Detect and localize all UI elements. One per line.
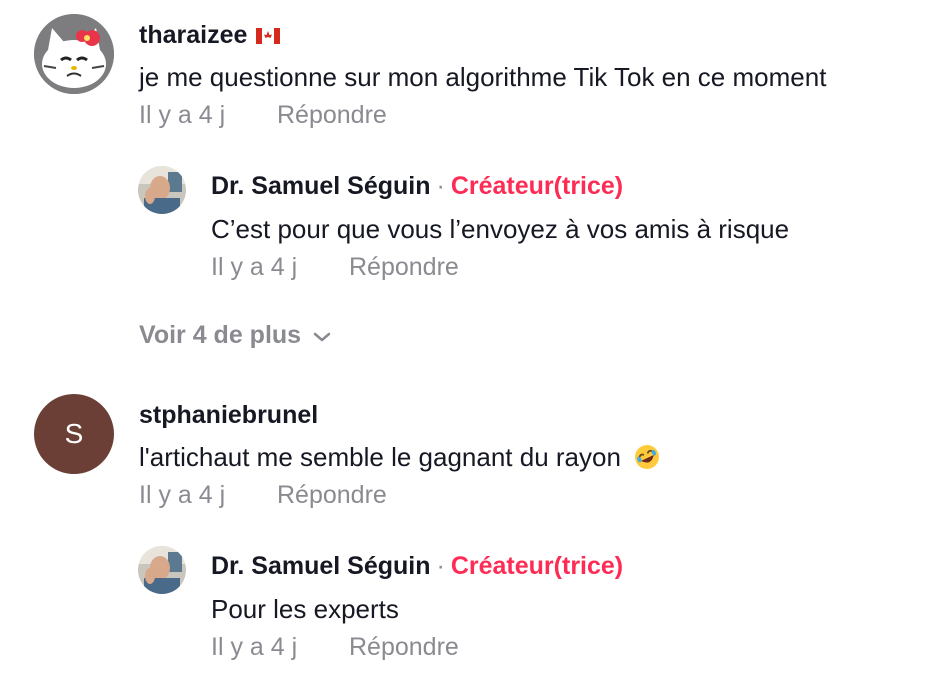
comment-text-body: l'artichaut me semble le gagnant du rayo… — [139, 442, 621, 472]
reply-text: Pour les experts — [211, 594, 399, 624]
reply-username[interactable]: Dr. Samuel Séguin — [211, 552, 431, 580]
creator-avatar[interactable] — [138, 166, 186, 214]
creator-photo-icon — [138, 166, 186, 214]
comment-text: je me questionne sur mon algorithme Tik … — [139, 62, 827, 92]
rolling-laughing-emoji-icon — [634, 444, 660, 474]
comment-username[interactable]: tharaizee — [139, 21, 281, 49]
avatar[interactable] — [34, 14, 114, 94]
creator-badge: Créateur(trice) — [450, 172, 624, 200]
hello-kitty-avatar-icon — [34, 14, 114, 94]
avatar-letter: S — [64, 418, 84, 449]
comment-text: l'artichaut me semble le gagnant du rayo… — [139, 444, 660, 474]
reply-header: Dr. Samuel Séguin · Créateur(trice) — [211, 554, 623, 579]
comment-username[interactable]: stphaniebrunel — [139, 403, 318, 428]
comment-timestamp: Il y a 4 j — [139, 101, 226, 129]
view-more-label: Voir 4 de plus — [139, 321, 302, 349]
reply-button[interactable]: Répondre — [277, 483, 387, 508]
reply-text: C’est pour que vous l’envoyez à vos amis… — [211, 214, 790, 244]
reply-username[interactable]: Dr. Samuel Séguin — [211, 172, 431, 200]
username-text[interactable]: tharaizee — [139, 21, 247, 49]
reply-button[interactable]: Répondre — [277, 103, 387, 128]
chevron-down-icon — [313, 323, 331, 348]
creator-badge: Créateur(trice) — [450, 552, 624, 580]
avatar[interactable]: S — [34, 394, 114, 474]
reply-button[interactable]: Répondre — [349, 255, 459, 280]
creator-avatar[interactable] — [138, 546, 186, 594]
reply-timestamp: Il y a 4 j — [211, 253, 298, 281]
view-more-replies-button[interactable]: Voir 4 de plus — [139, 323, 331, 348]
separator-dot: · — [436, 172, 445, 200]
reply-header: Dr. Samuel Séguin · Créateur(trice) — [211, 174, 623, 199]
creator-photo-icon — [138, 546, 186, 594]
separator-dot: · — [436, 552, 445, 580]
reply-timestamp: Il y a 4 j — [211, 633, 298, 661]
comment-timestamp: Il y a 4 j — [139, 481, 226, 509]
canada-flag-icon — [256, 24, 281, 49]
reply-button[interactable]: Répondre — [349, 635, 459, 660]
